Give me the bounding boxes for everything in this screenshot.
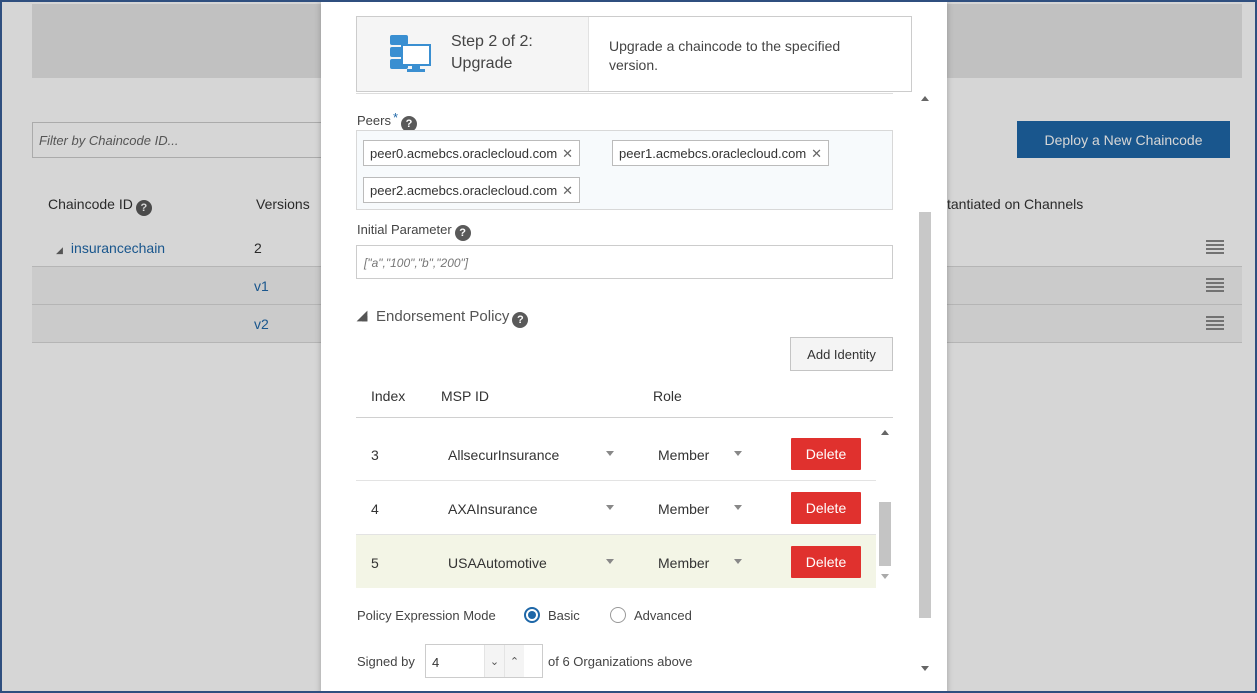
- role-column-header: Role: [653, 388, 682, 404]
- peer-chip-label: peer2.acmebcs.oraclecloud.com: [370, 183, 558, 198]
- delete-identity-button[interactable]: Delete: [791, 492, 861, 524]
- signed-by-label: Signed by: [357, 654, 415, 669]
- collapse-triangle-icon[interactable]: [356, 310, 368, 322]
- scroll-up-arrow-icon[interactable]: [881, 430, 889, 435]
- peers-label: Peers *?: [357, 110, 418, 132]
- add-identity-button[interactable]: Add Identity: [790, 337, 893, 371]
- initial-parameter-label-text: Initial Parameter: [357, 222, 452, 237]
- chevron-down-icon[interactable]: [606, 559, 614, 564]
- scroll-down-arrow-icon[interactable]: [881, 574, 889, 579]
- peer-chip-label: peer1.acmebcs.oraclecloud.com: [619, 146, 807, 161]
- step-indicator: Step 2 of 2: Upgrade Upgrade a chaincode…: [356, 16, 912, 92]
- advanced-mode-label[interactable]: Advanced: [634, 608, 692, 623]
- chevron-down-icon[interactable]: [734, 505, 742, 510]
- parameter-help-icon[interactable]: ?: [454, 225, 471, 241]
- remove-peer-icon[interactable]: ✕: [562, 146, 573, 161]
- role-select[interactable]: Member: [658, 501, 709, 517]
- identity-table-body: 3 AllsecurInsurance Member Delete 4 AXAI…: [356, 418, 893, 588]
- chevron-down-icon[interactable]: [734, 451, 742, 456]
- chevron-down-icon[interactable]: [606, 451, 614, 456]
- step-description: Upgrade a chaincode to the specified ver…: [609, 38, 841, 73]
- required-marker: *: [392, 110, 399, 125]
- peers-label-text: Peers: [357, 113, 391, 128]
- screen-frame: Filter by Chaincode ID... Deploy a New C…: [0, 0, 1257, 693]
- advanced-mode-radio[interactable]: [610, 607, 626, 623]
- msp-id-select[interactable]: USAAutomotive: [448, 555, 547, 571]
- table-row[interactable]: 5 USAAutomotive Member Delete: [356, 535, 876, 588]
- basic-mode-radio[interactable]: [524, 607, 540, 623]
- peer-chip: peer2.acmebcs.oraclecloud.com ✕: [363, 177, 581, 203]
- peer-chip: peer1.acmebcs.oraclecloud.com ✕: [612, 140, 830, 166]
- delete-identity-button[interactable]: Delete: [791, 546, 861, 578]
- dialog-scrollbar-thumb[interactable]: [919, 212, 931, 618]
- msp-id-select[interactable]: AllsecurInsurance: [448, 447, 559, 463]
- peer-chip: peer0.acmebcs.oraclecloud.com ✕: [363, 140, 581, 166]
- msp-id-select[interactable]: AXAInsurance: [448, 501, 538, 517]
- delete-identity-button[interactable]: Delete: [791, 438, 861, 470]
- table-row[interactable]: 3 AllsecurInsurance Member Delete: [356, 427, 876, 481]
- signed-by-stepper[interactable]: 4 ⌄ ⌃: [425, 644, 543, 678]
- table-scrollbar-thumb[interactable]: [879, 502, 891, 566]
- upgrade-chaincode-dialog: Step 2 of 2: Upgrade Upgrade a chaincode…: [321, 2, 947, 691]
- endorsement-policy-toggle[interactable]: Endorsement Policy?: [356, 308, 529, 328]
- divider: [356, 92, 893, 94]
- role-select[interactable]: Member: [658, 555, 709, 571]
- step-title: Step 2 of 2: Upgrade: [451, 33, 533, 72]
- remove-peer-icon[interactable]: ✕: [562, 183, 573, 198]
- index-column-header: Index: [371, 388, 406, 404]
- signed-by-suffix: of 6 Organizations above: [548, 654, 693, 669]
- scroll-down-arrow-icon[interactable]: [921, 666, 929, 671]
- peers-multiselect[interactable]: peer0.acmebcs.oraclecloud.com ✕ peer1.acm…: [356, 130, 893, 210]
- row-index: 5: [371, 555, 379, 571]
- row-index: 4: [371, 501, 379, 517]
- signed-by-value[interactable]: 4: [432, 655, 439, 670]
- endorsement-help-icon[interactable]: ?: [512, 312, 529, 328]
- identity-table-header: Index MSP ID Role: [356, 372, 893, 418]
- decrement-chevron-icon[interactable]: ⌄: [484, 645, 504, 677]
- remove-peer-icon[interactable]: ✕: [811, 146, 822, 161]
- peer-chip-label: peer0.acmebcs.oraclecloud.com: [370, 146, 558, 161]
- increment-chevron-icon[interactable]: ⌃: [504, 645, 524, 677]
- initial-parameter-label: Initial Parameter?: [357, 222, 471, 241]
- role-select[interactable]: Member: [658, 447, 709, 463]
- msp-id-column-header: MSP ID: [441, 388, 489, 404]
- initial-parameter-input[interactable]: ["a","100","b","200"]: [356, 245, 893, 279]
- policy-mode-label: Policy Expression Mode: [357, 608, 496, 623]
- row-index: 3: [371, 447, 379, 463]
- chevron-down-icon[interactable]: [606, 505, 614, 510]
- chevron-down-icon[interactable]: [734, 559, 742, 564]
- table-row[interactable]: 4 AXAInsurance Member Delete: [356, 481, 876, 535]
- basic-mode-label[interactable]: Basic: [548, 608, 580, 623]
- step-header: Step 2 of 2: Upgrade: [357, 17, 589, 91]
- endorsement-policy-label: Endorsement Policy: [376, 308, 510, 325]
- scroll-up-arrow-icon[interactable]: [921, 96, 929, 101]
- server-monitor-icon: [390, 35, 431, 72]
